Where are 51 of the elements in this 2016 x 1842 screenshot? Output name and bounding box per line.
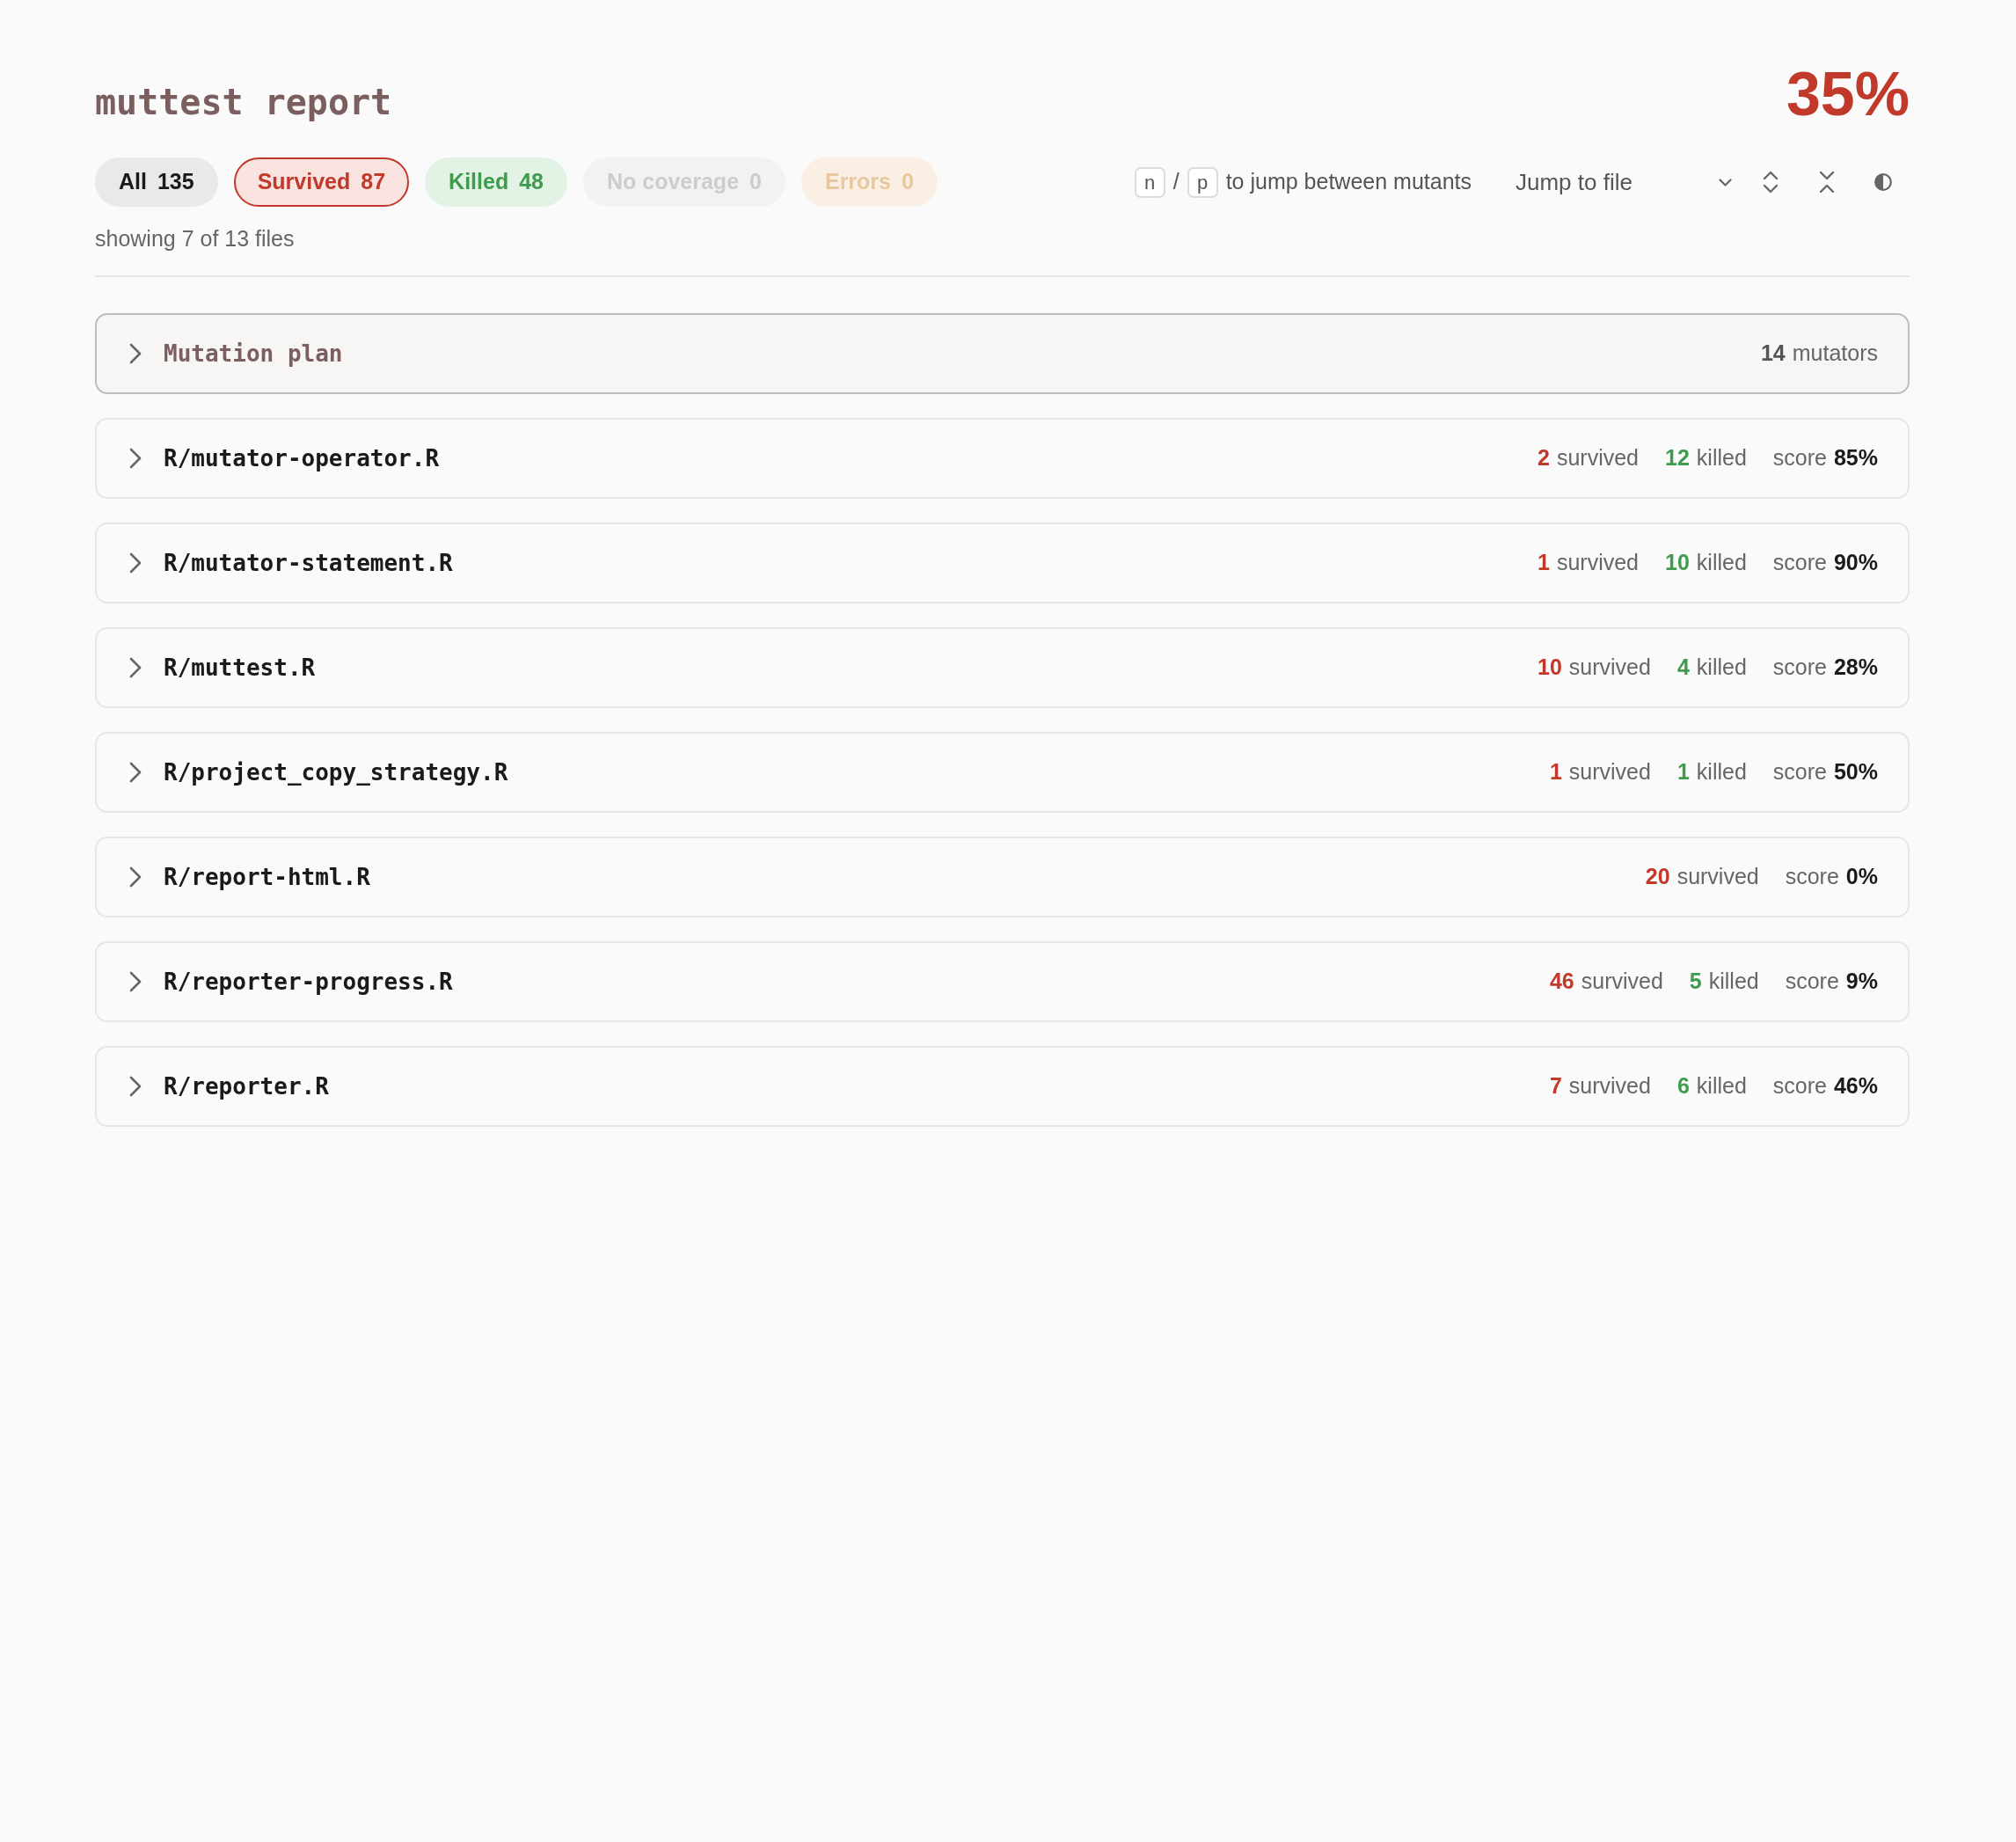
- score-text: score 85%: [1772, 444, 1878, 472]
- report-title: muttest report: [95, 81, 392, 124]
- survived-count: 7 survived: [1549, 1072, 1651, 1100]
- killed-count: 6 killed: [1676, 1072, 1747, 1100]
- file-name: R/muttest.R: [164, 653, 316, 683]
- hint-text: to jump between mutants: [1225, 168, 1472, 196]
- filter-button[interactable]: Survived 87: [233, 157, 410, 207]
- score-text: score 46%: [1772, 1072, 1878, 1100]
- score-text: score 0%: [1785, 863, 1878, 891]
- score-text: score 90%: [1772, 549, 1878, 577]
- killed-count: 5 killed: [1689, 968, 1759, 996]
- slash-separator: /: [1172, 168, 1180, 196]
- keyboard-key: p: [1187, 166, 1218, 198]
- section-title: Mutation plan: [164, 339, 343, 369]
- survived-count: 2 survived: [1538, 444, 1639, 472]
- survived-count: 1 survived: [1549, 758, 1651, 786]
- file-row[interactable]: R/muttest.R 10 survived 4 killed score 28%: [95, 627, 1910, 708]
- chevrons-inward-icon: [1819, 170, 1835, 194]
- filter-button[interactable]: All 135: [95, 157, 218, 207]
- file-row[interactable]: R/project_copy_strategy.R 1 survived 1 killed score 50%: [95, 732, 1910, 813]
- overall-score: 35%: [1786, 63, 1910, 125]
- mutator-count: 14 mutators: [1760, 340, 1878, 368]
- killed-count: 10 killed: [1665, 549, 1747, 577]
- file-row[interactable]: R/report-html.R 20 survived score 0%: [95, 837, 1910, 917]
- file-name: R/mutator-operator.R: [164, 443, 440, 473]
- caret-icon: [1719, 178, 1732, 186]
- file-name: R/mutator-statement.R: [164, 548, 453, 578]
- file-name: R/reporter.R: [164, 1071, 329, 1101]
- plan-section[interactable]: Mutation plan 14 mutators: [95, 313, 1910, 394]
- jump-to-file-dropdown[interactable]: Jump to file: [1507, 163, 1734, 201]
- survived-count: 20 survived: [1645, 863, 1759, 891]
- file-name: R/project_copy_strategy.R: [164, 757, 508, 787]
- file-row[interactable]: R/reporter.R 7 survived 6 killed score 46%: [95, 1046, 1910, 1127]
- file-name: R/report-html.R: [164, 862, 370, 892]
- score-text: score 50%: [1772, 758, 1878, 786]
- killed-count: 12 killed: [1665, 444, 1747, 472]
- half-circle-icon: [1874, 173, 1892, 191]
- survived-count: 10 survived: [1538, 654, 1651, 682]
- file-row[interactable]: R/mutator-operator.R 2 survived 12 killed score 85%: [95, 418, 1910, 499]
- killed-count: 4 killed: [1676, 654, 1747, 682]
- file-row[interactable]: R/reporter-progress.R 46 survived 5 killed score 9%: [95, 941, 1910, 1022]
- file-row[interactable]: R/mutator-statement.R 1 survived 10 killed score 90%: [95, 523, 1910, 603]
- survived-count: 46 survived: [1549, 968, 1663, 996]
- score-text: score 9%: [1785, 968, 1878, 996]
- killed-count: 1 killed: [1676, 758, 1747, 786]
- summary-text: showing 7 of 13 files: [95, 225, 296, 252]
- keyboard-key: n: [1134, 166, 1165, 198]
- score-text: score 28%: [1772, 654, 1878, 682]
- chevron-up-down-icon: [1763, 170, 1779, 194]
- file-name: R/reporter-progress.R: [164, 967, 453, 997]
- survived-count: 1 survived: [1538, 549, 1639, 577]
